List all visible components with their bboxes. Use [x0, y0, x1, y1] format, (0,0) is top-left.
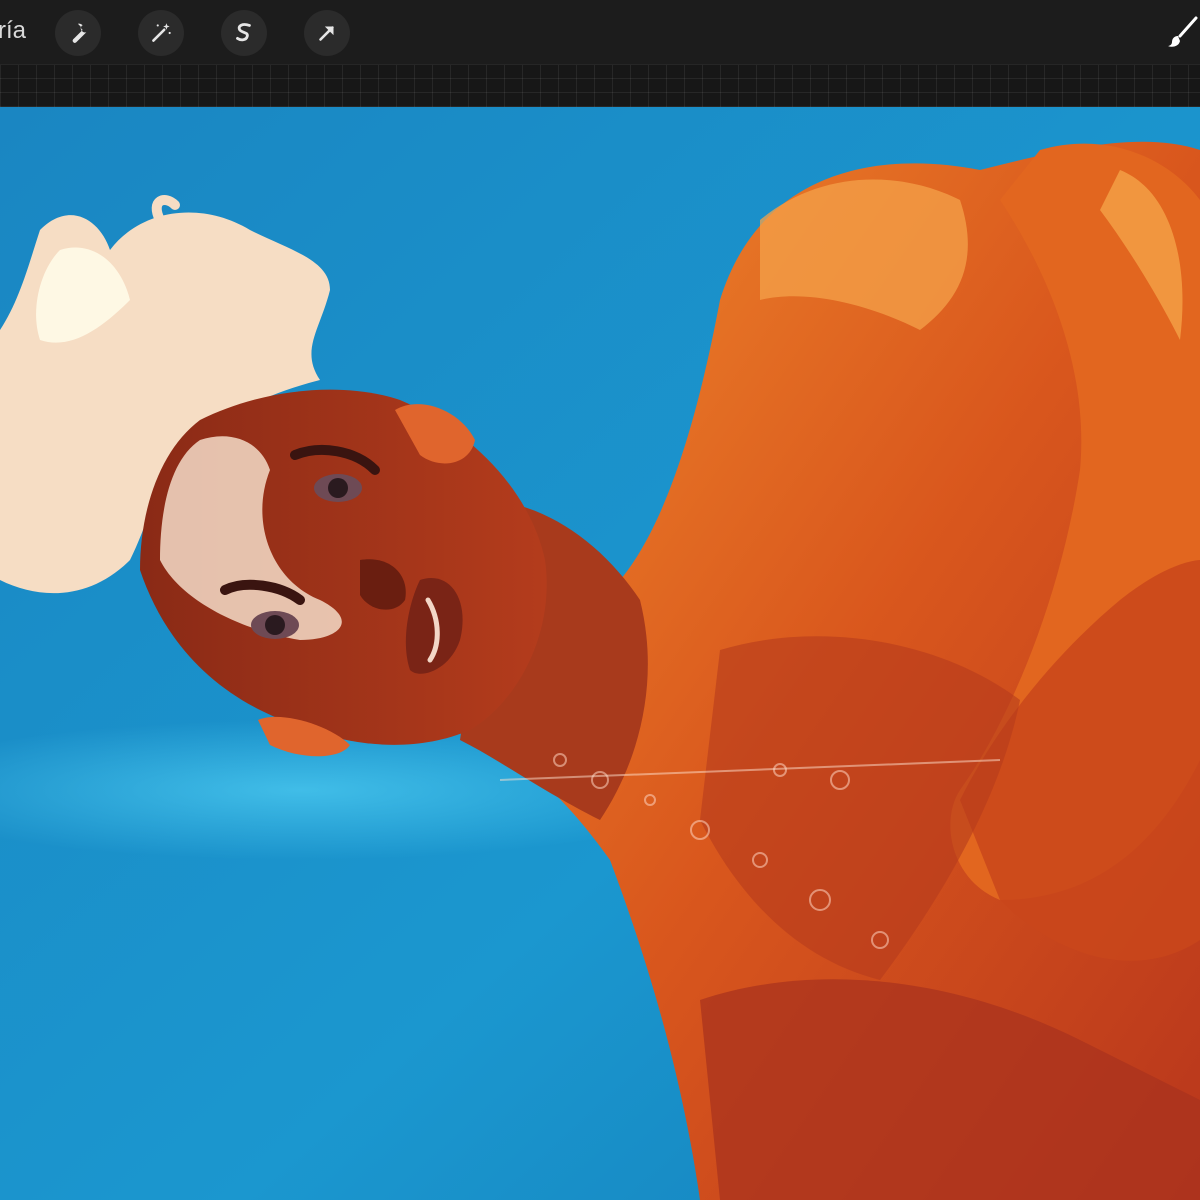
brush-button[interactable] [1166, 14, 1200, 50]
top-toolbar: ría [0, 0, 1200, 65]
transform-button[interactable] [304, 10, 350, 56]
arrow-cursor-icon [319, 26, 334, 41]
wrench-icon [72, 23, 87, 43]
brush-icon [1168, 16, 1198, 47]
artwork [0, 107, 1200, 1200]
actions-button[interactable] [55, 10, 101, 56]
selection-s-icon [236, 23, 251, 42]
canvas-ruler [0, 65, 1200, 107]
adjustments-button[interactable] [138, 10, 184, 56]
selection-button[interactable] [221, 10, 267, 56]
magic-wand-icon [152, 23, 171, 42]
drawing-canvas[interactable] [0, 107, 1200, 1200]
gallery-button[interactable]: ría [0, 17, 26, 45]
